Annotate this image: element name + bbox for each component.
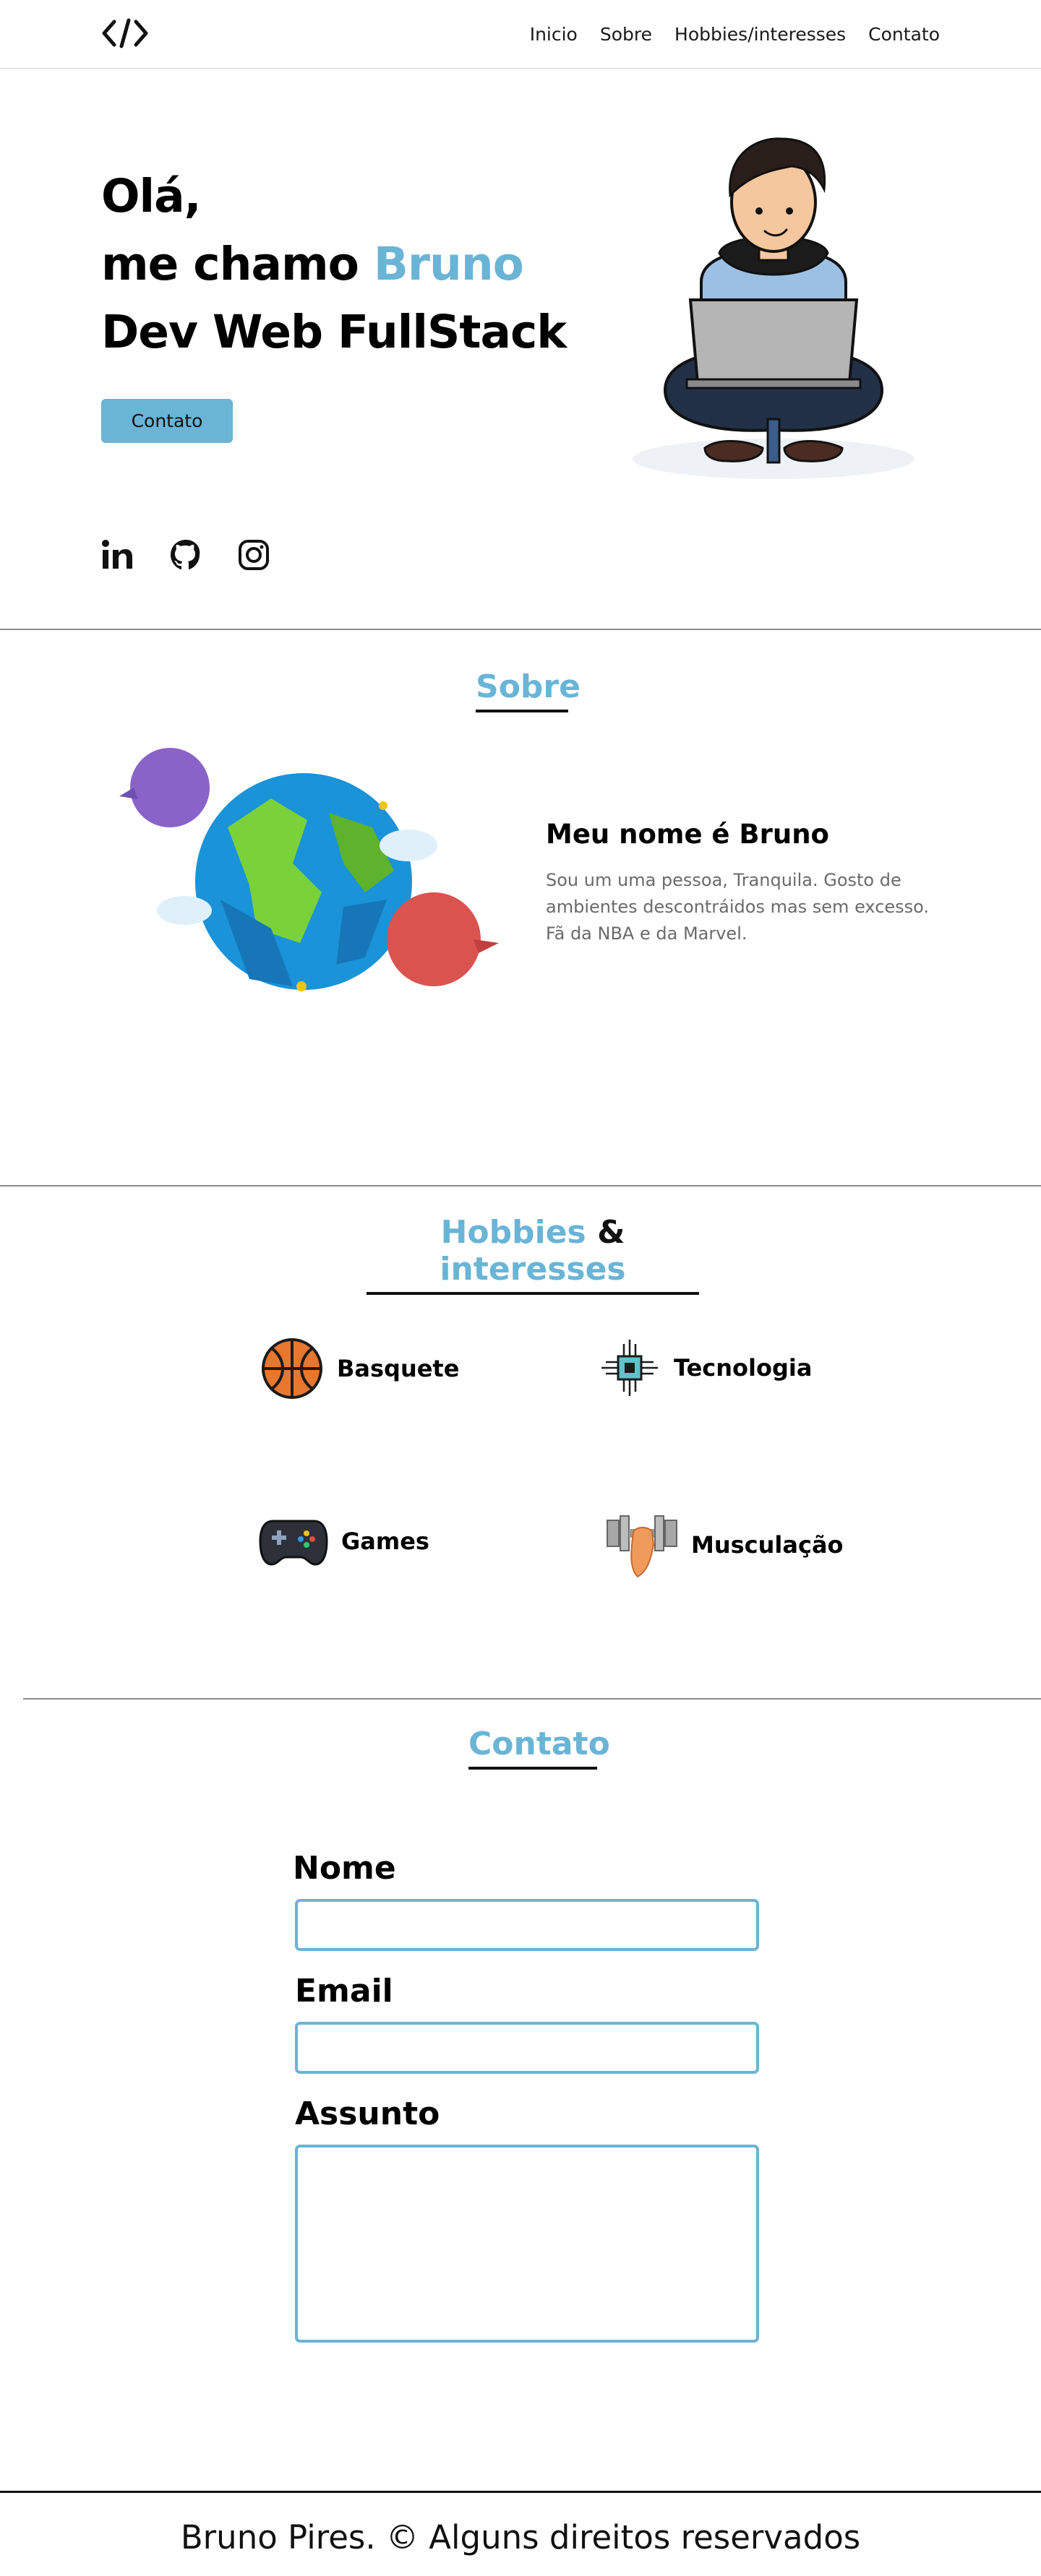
basketball-icon xyxy=(262,1338,322,1399)
hobby-label-tecnologia: Tecnologia xyxy=(674,1354,813,1382)
name-label: Nome xyxy=(293,1850,396,1887)
footer-divider xyxy=(0,2491,1041,2493)
top-navbar: Inicio Sobre Hobbies/interesses Contato xyxy=(0,0,1041,69)
hobby-item: Basquete xyxy=(260,1337,459,1400)
chip-icon xyxy=(601,1340,658,1396)
contact-section-title: Contato xyxy=(468,1726,610,1770)
hobbies-title-part2: interesses xyxy=(440,1251,626,1288)
hobby-label-musculacao: Musculação xyxy=(691,1531,844,1559)
contact-title-text: Contato xyxy=(468,1726,610,1762)
instagram-icon[interactable] xyxy=(237,538,270,572)
lowpoly-globe-illustration xyxy=(119,748,499,991)
github-icon[interactable] xyxy=(169,538,202,572)
section-divider xyxy=(23,1698,1041,1700)
title-underline xyxy=(476,710,568,712)
hero-name-line: me chamo Bruno xyxy=(101,231,566,298)
hobby-label-basquete: Basquete xyxy=(337,1355,460,1382)
title-underline xyxy=(468,1767,597,1770)
email-label: Email xyxy=(295,1973,393,2009)
about-description: Sou um uma pessoa, Tranquila. Gosto de a… xyxy=(546,870,930,944)
subject-label: Assunto xyxy=(295,2095,440,2132)
footer-copyright: Bruno Pires. © Alguns direitos reservado… xyxy=(180,2518,861,2556)
linkedin-icon[interactable] xyxy=(101,538,134,572)
nav-link-hobbies[interactable]: Hobbies/interesses xyxy=(674,24,846,45)
hero-role: Dev Web FullStack xyxy=(101,306,567,358)
hobbies-title-amp: & xyxy=(597,1214,625,1251)
hobbies-title-part1: Hobbies xyxy=(440,1214,586,1251)
gamepad-icon xyxy=(259,1520,328,1566)
nav-link-inicio[interactable]: Inicio xyxy=(530,24,578,45)
hero-name: Bruno xyxy=(373,238,524,290)
about-heading: Meu nome é Bruno xyxy=(546,819,829,850)
hobbies-section-title: Hobbies & interesses xyxy=(367,1214,699,1295)
hobby-item: Tecnologia xyxy=(599,1337,812,1399)
dumbbell-arm-icon xyxy=(607,1515,677,1578)
developer-illustration xyxy=(633,137,914,479)
about-section-title: Sobre xyxy=(476,668,581,712)
social-links xyxy=(101,538,270,572)
hobby-label-games: Games xyxy=(341,1528,429,1555)
title-underline xyxy=(367,1292,699,1295)
nav-link-contato[interactable]: Contato xyxy=(868,24,940,45)
hero-heading: Olá, me chamo Bruno Dev Web FullStack xyxy=(101,163,567,366)
hero-name-prefix: me chamo xyxy=(101,238,359,290)
email-field[interactable] xyxy=(295,2022,759,2074)
section-divider xyxy=(0,1185,1041,1186)
name-field[interactable] xyxy=(295,1899,759,1951)
hobby-item: Musculação xyxy=(606,1510,844,1580)
about-title-text: Sobre xyxy=(476,668,581,705)
code-brackets-icon[interactable] xyxy=(101,17,149,49)
hero-greeting: Olá, xyxy=(101,170,202,223)
nav-link-sobre[interactable]: Sobre xyxy=(600,24,652,45)
hobby-item: Games xyxy=(259,1514,429,1569)
subject-textarea[interactable] xyxy=(295,2145,759,2343)
main-nav: Inicio Sobre Hobbies/interesses Contato xyxy=(530,24,940,45)
section-divider xyxy=(0,629,1041,630)
hero-contact-button[interactable]: Contato xyxy=(101,399,233,443)
